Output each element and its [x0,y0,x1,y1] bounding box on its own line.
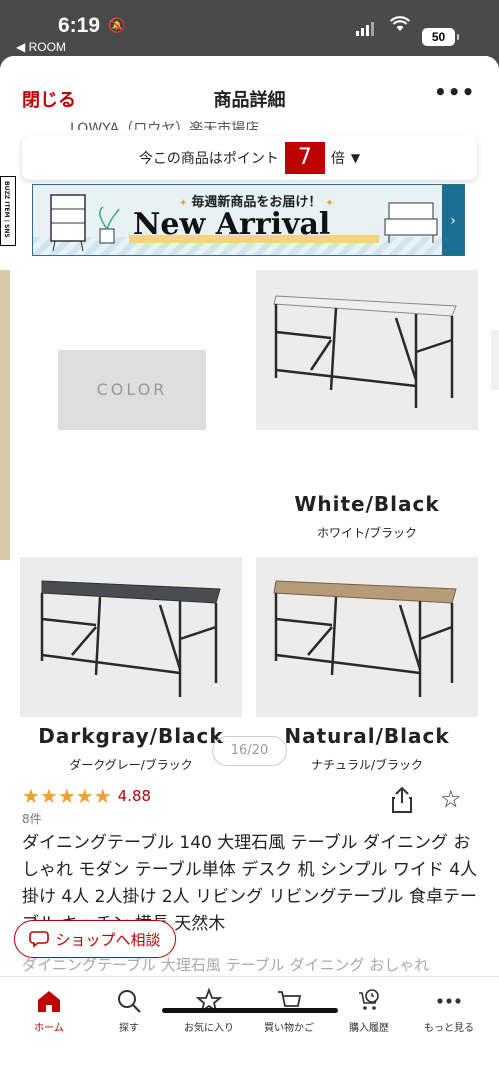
battery-indicator: 50 [422,28,459,46]
variant-image-white[interactable] [256,270,478,430]
color-label-tile: COLOR [20,270,242,430]
variant-image-natural[interactable] [256,557,478,717]
points-banner[interactable]: 今この商品はポイント 7 倍 ▼ [22,136,477,180]
shop-name-peek: LOWYA（ロウヤ）楽天市場店 [70,121,260,130]
back-to-app-link[interactable]: ◀ ROOM [16,40,66,54]
search-icon [118,990,141,1013]
variant-name-jp: ホワイト/ブラック [316,526,418,540]
variant-name-jp: ナチュラル/ブラック [310,758,424,772]
new-arrival-banner[interactable]: 毎週新商品をお届け！ New Arrival › [32,184,465,256]
tab-label: ホーム [34,1023,64,1034]
prev-image-peek [0,270,10,560]
points-prefix: 今この商品はポイント [138,151,279,167]
tab-search[interactable]: 探す [89,985,169,1034]
favorite-star-icon[interactable]: ☆ [440,785,462,813]
share-icon[interactable] [390,786,414,814]
history-icon [359,989,379,1010]
tab-label: 買い物かご [264,1023,314,1034]
header: 閉じる 商品詳細 ••• LOWYA（ロウヤ）楽天市場店 [0,56,499,136]
banner-arrow[interactable]: › [442,185,464,255]
white-table-image [273,295,457,408]
more-options-button[interactable]: ••• [434,80,475,104]
tab-home[interactable]: ホーム [9,985,89,1034]
buzz-item-tag: BUZZ ITEM | SNS [0,176,16,246]
rating-value: 4.88 [117,787,152,805]
buzz-tag-text: BUZZ ITEM | SNS [3,181,10,238]
next-image-peek [491,330,499,390]
tab-purchase-history[interactable]: 購入履歴 [329,985,409,1034]
natural-table-image [273,580,457,697]
color-label: COLOR [58,350,206,430]
banner-title: New Arrival [133,207,331,242]
variant-name-en: Darkgray/Black [38,724,224,748]
furniture-illustration-icon [50,194,120,252]
shop-consult-label: ショップへ相談 [55,930,161,949]
home-icon [38,991,60,1012]
sofa-illustration-icon [384,202,438,243]
tab-label: お気に入り [184,1023,234,1034]
rating[interactable]: ★★★★★ 4.88 [22,784,151,808]
darkgray-table-image [40,580,221,697]
chat-bubble-icon [29,931,50,948]
page-title: 商品詳細 [213,90,286,111]
variant-name-jp: ダークグレー/ブラック [69,758,193,772]
more-icon [437,998,461,1004]
tab-more[interactable]: もっと見る [409,985,489,1034]
bottom-tab-bar: ホーム 探す お気に入り 買い物かご 購入履歴 もっと見る [0,976,499,1080]
wifi-icon [390,16,410,37]
shop-consult-button[interactable]: ショップへ相談 [14,920,176,958]
clock: 6:19 [58,14,101,37]
rating-stars: ★★★★★ [22,784,112,808]
image-counter: 16/20 [212,736,287,766]
variant-name-en: Natural/Black [284,724,450,748]
tab-label: 探す [119,1023,139,1034]
points-suffix: 倍 [330,151,345,167]
variant-name-en: White/Black [294,492,440,516]
silent-bell-icon: 🔕 [108,18,126,34]
tab-label: 購入履歴 [349,1023,389,1034]
tab-label: もっと見る [424,1023,474,1034]
cellular-signal-icon [356,22,374,36]
points-multiplier: 7 [284,142,325,174]
variant-image-darkgray[interactable] [20,557,242,717]
product-detail-sheet: 閉じる 商品詳細 ••• LOWYA（ロウヤ）楽天市場店 今この商品はポイント … [0,56,499,1080]
home-indicator[interactable] [162,1008,338,1013]
caret-down-icon: ▼ [350,151,361,165]
status-bar: 6:19 🔕 ◀ ROOM 50 [0,0,499,56]
review-count[interactable]: 8件 [22,810,42,827]
